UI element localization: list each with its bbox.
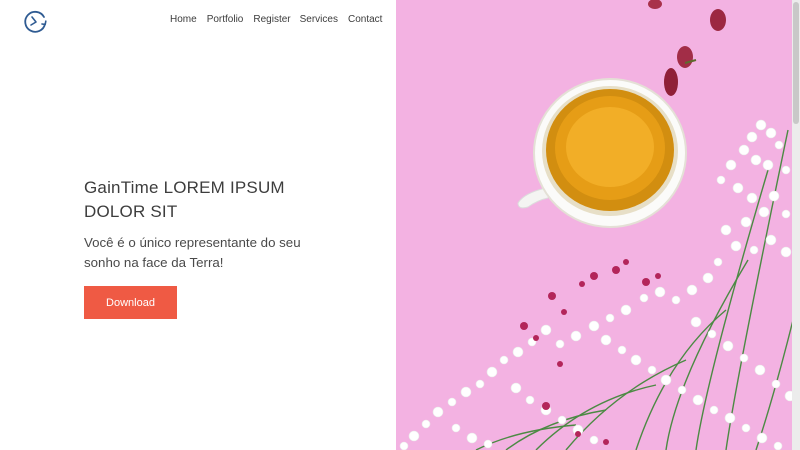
tea-cup <box>517 78 687 228</box>
main-nav: Home Portfolio Register Services Contact <box>170 14 382 25</box>
nav-register[interactable]: Register <box>253 14 290 25</box>
scrollbar-thumb[interactable] <box>793 2 799 124</box>
nav-contact[interactable]: Contact <box>348 14 382 25</box>
hero-subtitle: Você é o único representante do seu sonh… <box>84 233 334 273</box>
magenta-flowers <box>520 259 661 445</box>
tea-cup-flowers-illustration <box>399 0 799 450</box>
hero-subtitle-line-1: Você é o único representante do seu <box>84 235 301 250</box>
rose-buds <box>648 0 726 96</box>
clock-refresh-icon[interactable] <box>22 9 48 35</box>
hero-title: GainTime LOREM IPSUM DOLOR SIT <box>84 176 324 224</box>
hero-left-panel: Home Portfolio Register Services Contact… <box>0 0 396 450</box>
nav-services[interactable]: Services <box>300 14 338 25</box>
hero-title-line-1: GainTime LOREM IPSUM <box>84 178 285 197</box>
hero-image <box>396 0 800 450</box>
download-button[interactable]: Download <box>84 286 177 319</box>
nav-portfolio[interactable]: Portfolio <box>207 14 244 25</box>
nav-home[interactable]: Home <box>170 14 197 25</box>
hero-subtitle-line-2: sonho na face da Terra! <box>84 255 224 270</box>
hero-title-line-2: DOLOR SIT <box>84 202 178 221</box>
